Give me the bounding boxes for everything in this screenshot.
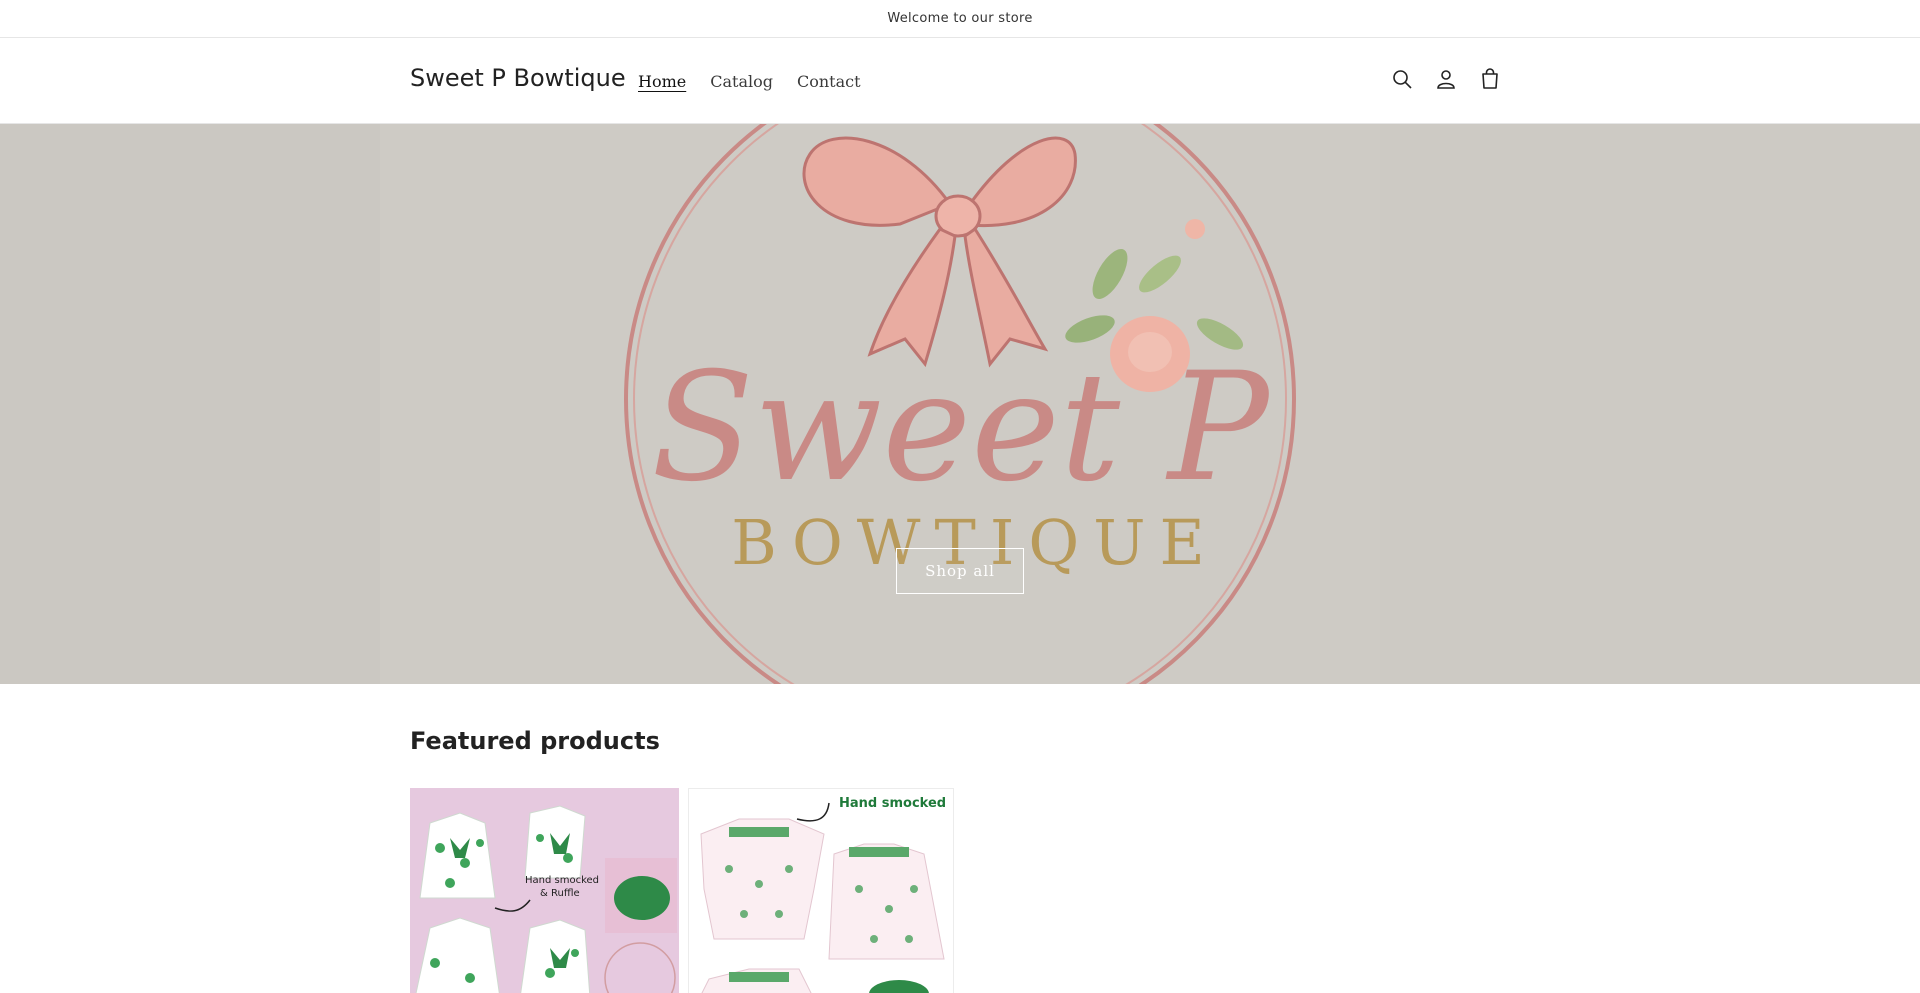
main-nav: Home Catalog Contact	[638, 72, 861, 91]
nav-home[interactable]: Home	[638, 72, 686, 91]
search-icon[interactable]	[1390, 66, 1414, 92]
account-icon[interactable]	[1434, 66, 1458, 92]
product-image-1: Hand smocked & Ruffle	[415, 805, 677, 993]
product-2-caption: Hand smocked	[839, 796, 946, 811]
nav-contact[interactable]: Contact	[797, 72, 861, 91]
header-icons	[1390, 66, 1502, 92]
hero-logo-graphic: Sweet P BOWTIQUE	[0, 124, 1920, 684]
product-1-caption: Hand smocked	[525, 875, 599, 886]
svg-text:& Ruffle: & Ruffle	[540, 888, 580, 899]
cart-icon[interactable]	[1478, 66, 1502, 92]
product-card-1[interactable]: Hand smocked & Ruffle	[410, 788, 679, 993]
product-card-2[interactable]: Hand smocked	[688, 788, 954, 993]
bow-graphic	[802, 136, 1077, 368]
featured-title: Featured products	[410, 727, 660, 755]
nav-catalog[interactable]: Catalog	[710, 72, 773, 91]
hero-banner: Sweet P BOWTIQUE Shop all	[0, 124, 1920, 684]
brand-logo-link[interactable]: Sweet P Bowtique	[410, 64, 626, 92]
shop-all-button[interactable]: Shop all	[896, 548, 1024, 594]
announcement-bar: Welcome to our store	[0, 0, 1920, 38]
product-image-2: Hand smocked	[700, 796, 946, 993]
announcement-text: Welcome to our store	[887, 11, 1033, 26]
site-header: Sweet P Bowtique Home Catalog Contact	[0, 38, 1920, 124]
hero-logo-text: Sweet P	[651, 341, 1272, 515]
